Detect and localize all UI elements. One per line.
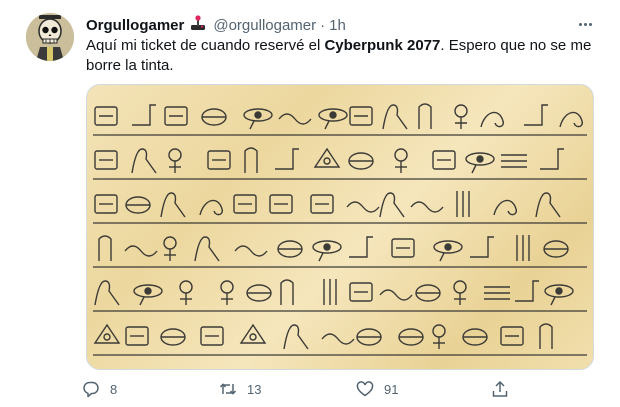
- author-handle[interactable]: @orgullogamer: [213, 17, 316, 34]
- author-name[interactable]: Orgullogamer: [86, 17, 184, 34]
- tweet-media-image[interactable]: [86, 84, 594, 370]
- more-options-icon[interactable]: [574, 16, 596, 32]
- retweet-count: 13: [247, 381, 262, 397]
- reply-icon: [82, 380, 100, 398]
- retweet-button[interactable]: 13: [219, 378, 261, 400]
- joystick-icon: [189, 15, 207, 35]
- tweet-text: Aquí mi ticket de cuando reservé el Cybe…: [86, 36, 606, 76]
- reply-button[interactable]: 8: [82, 378, 117, 400]
- separator-dot: ·: [320, 16, 326, 34]
- tweet-timestamp[interactable]: 1h: [329, 17, 346, 34]
- tweet-header: Orgullogamer @orgullogamer · 1h: [86, 15, 346, 35]
- avatar[interactable]: [26, 13, 74, 61]
- hieroglyphs-illustration: [93, 103, 587, 356]
- tweet-text-bold: Cyberpunk 2077: [324, 37, 441, 54]
- retweet-icon: [219, 380, 237, 398]
- heart-icon: [356, 380, 374, 398]
- reply-count: 8: [110, 381, 118, 397]
- tweet-actions-bar: 8 13 91: [0, 378, 620, 400]
- tweet-card[interactable]: Orgullogamer @orgullogamer · 1h Aquí mi …: [0, 0, 620, 407]
- share-button[interactable]: [491, 378, 519, 400]
- like-count: 91: [384, 381, 399, 397]
- like-button[interactable]: 91: [356, 378, 398, 400]
- share-icon: [491, 380, 509, 398]
- tweet-text-start: Aquí mi ticket de cuando reservé el: [86, 37, 325, 54]
